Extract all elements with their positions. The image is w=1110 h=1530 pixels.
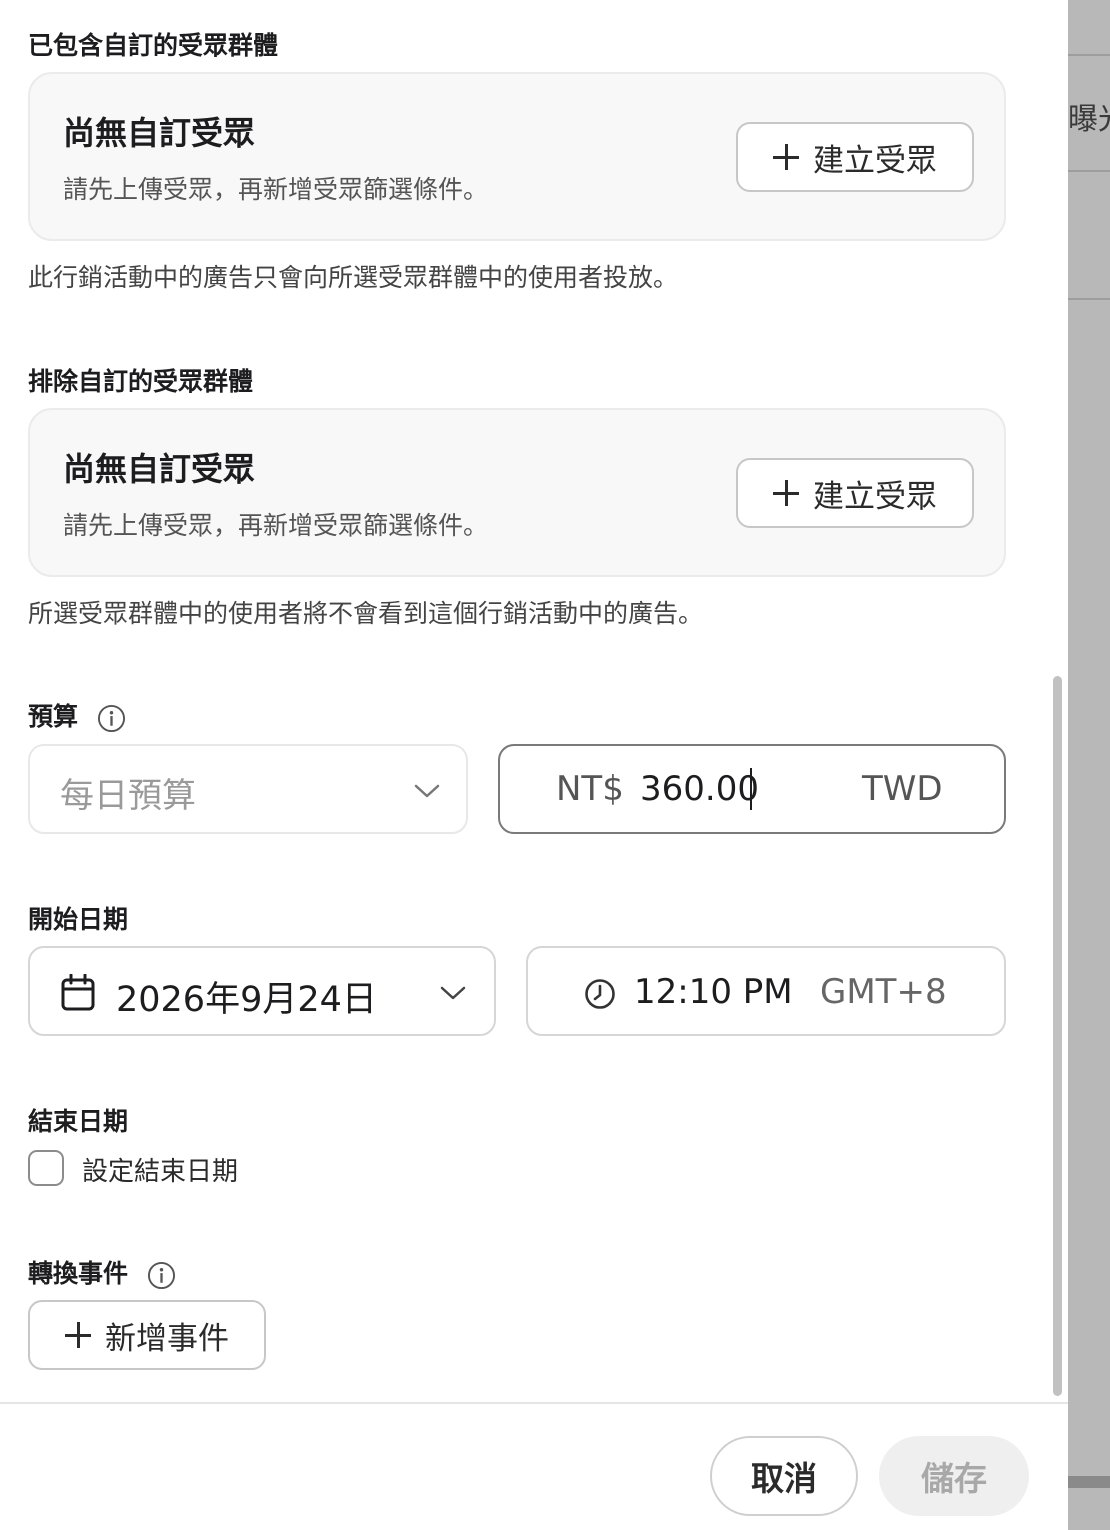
start-time-picker[interactable]: 12:10 PM GMT+8 — [526, 946, 1006, 1036]
include-audience-label: 已包含自訂的受眾群體 — [28, 31, 279, 60]
scrollbar-thumb[interactable] — [1053, 676, 1062, 1396]
empty-audience-title: 尚無自訂受眾 — [63, 450, 256, 488]
include-audience-card: 尚無自訂受眾 請先上傳受眾，再新增受眾篩選條件。 建立受眾 — [28, 72, 1006, 241]
timezone-value: GMT+8 — [820, 972, 947, 1012]
create-audience-button[interactable]: 建立受眾 — [736, 458, 974, 528]
background-text: 曝光 — [1068, 102, 1110, 137]
start-date-value: 2026年9月24日 — [116, 980, 377, 1020]
save-button[interactable]: 儲存 — [879, 1436, 1029, 1516]
chevron-down-icon — [414, 784, 440, 798]
set-end-date-label[interactable]: 設定結束日期 — [82, 1151, 238, 1188]
budget-label-text: 預算 — [28, 702, 79, 731]
currency-prefix: NT$ — [556, 769, 624, 809]
background-divider — [1068, 170, 1110, 172]
budget-label: 預算 — [28, 697, 126, 733]
create-audience-button[interactable]: 建立受眾 — [736, 122, 974, 192]
set-end-date-checkbox[interactable] — [28, 1150, 64, 1186]
info-icon[interactable] — [147, 1261, 176, 1290]
background-divider — [1068, 298, 1110, 300]
currency-code: TWD — [862, 769, 943, 809]
calendar-icon — [61, 974, 95, 1011]
text-caret — [750, 768, 752, 810]
background-divider — [1068, 54, 1110, 56]
budget-amount-input[interactable]: NT$ 360.00 TWD — [498, 744, 1006, 834]
clock-icon — [585, 979, 615, 1009]
plus-icon — [773, 480, 799, 506]
campaign-settings-panel: 已包含自訂的受眾群體 尚無自訂受眾 請先上傳受眾，再新增受眾篩選條件。 建立受眾… — [0, 0, 1068, 1530]
empty-audience-description: 請先上傳受眾，再新增受眾篩選條件。 — [63, 511, 489, 540]
chevron-down-icon — [440, 986, 466, 1000]
include-audience-helper: 此行銷活動中的廣告只會向所選受眾群體中的使用者投放。 — [28, 263, 679, 292]
budget-type-select[interactable]: 每日預算 — [28, 744, 468, 834]
budget-type-value: 每日預算 — [60, 776, 196, 816]
start-time-value: 12:10 PM — [634, 972, 793, 1012]
add-event-button[interactable]: 新增事件 — [28, 1300, 266, 1370]
exclude-audience-card: 尚無自訂受眾 請先上傳受眾，再新增受眾篩選條件。 建立受眾 — [28, 408, 1006, 577]
background-bar — [1068, 1476, 1110, 1488]
background-page: 曝光 — [1068, 0, 1110, 1530]
create-audience-label: 建立受眾 — [813, 478, 937, 515]
cancel-button[interactable]: 取消 — [710, 1436, 858, 1516]
start-date-label: 開始日期 — [28, 905, 129, 934]
end-date-label: 結束日期 — [28, 1107, 129, 1136]
info-icon[interactable] — [97, 704, 126, 733]
budget-amount-value: 360.00 — [640, 769, 759, 809]
conversion-events-label: 轉換事件 — [28, 1254, 176, 1290]
exclude-audience-label: 排除自訂的受眾群體 — [28, 367, 254, 396]
plus-icon — [65, 1322, 91, 1348]
empty-audience-description: 請先上傳受眾，再新增受眾篩選條件。 — [63, 175, 489, 204]
footer-divider — [0, 1402, 1068, 1404]
create-audience-label: 建立受眾 — [813, 142, 937, 179]
start-date-picker[interactable]: 2026年9月24日 — [28, 946, 496, 1036]
exclude-audience-helper: 所選受眾群體中的使用者將不會看到這個行銷活動中的廣告。 — [28, 599, 704, 628]
plus-icon — [773, 144, 799, 170]
empty-audience-title: 尚無自訂受眾 — [63, 114, 256, 152]
conversion-events-label-text: 轉換事件 — [28, 1259, 129, 1288]
add-event-label: 新增事件 — [105, 1320, 229, 1357]
